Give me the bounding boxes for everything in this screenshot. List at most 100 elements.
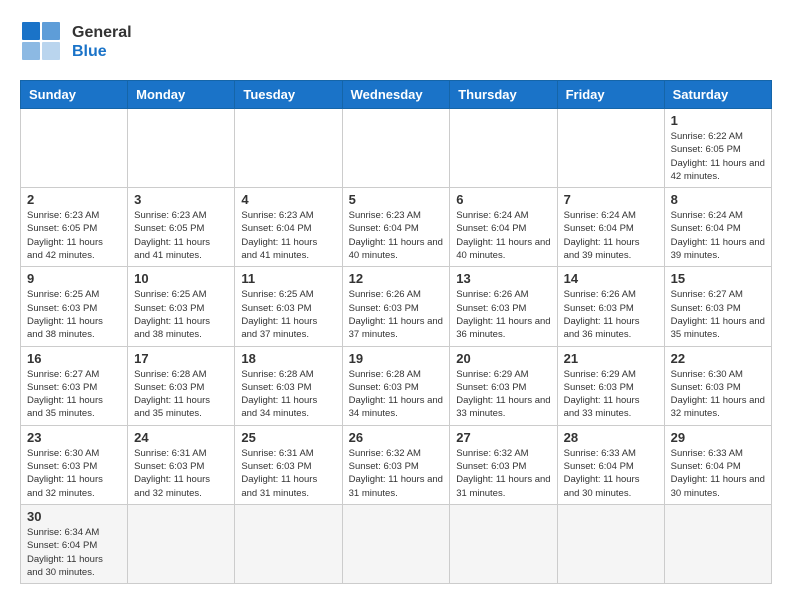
day-number: 25 (241, 430, 335, 445)
day-info: Sunrise: 6:26 AM Sunset: 6:03 PM Dayligh… (564, 288, 658, 341)
calendar-cell: 20 Sunrise: 6:29 AM Sunset: 6:03 PM Dayli… (450, 346, 557, 425)
weekday-header-thursday: Thursday (450, 81, 557, 109)
calendar-cell: 4 Sunrise: 6:23 AM Sunset: 6:04 PM Daylig… (235, 188, 342, 267)
calendar-week-row: 23 Sunrise: 6:30 AM Sunset: 6:03 PM Dayli… (21, 425, 772, 504)
calendar-cell: 22Sunrise: 6:30 AM Sunset: 6:03 PM Dayli… (664, 346, 771, 425)
calendar-cell (128, 504, 235, 583)
day-info: Sunrise: 6:23 AM Sunset: 6:05 PM Dayligh… (27, 209, 121, 262)
day-info: Sunrise: 6:31 AM Sunset: 6:03 PM Dayligh… (241, 447, 335, 500)
calendar-cell: 11 Sunrise: 6:25 AM Sunset: 6:03 PM Dayli… (235, 267, 342, 346)
day-info: Sunrise: 6:28 AM Sunset: 6:03 PM Dayligh… (241, 368, 335, 421)
calendar-cell (235, 109, 342, 188)
calendar-cell (235, 504, 342, 583)
calendar-cell: 30 Sunrise: 6:34 AM Sunset: 6:04 PM Dayli… (21, 504, 128, 583)
day-info: Sunrise: 6:34 AM Sunset: 6:04 PM Dayligh… (27, 526, 121, 579)
calendar-week-row: 2 Sunrise: 6:23 AM Sunset: 6:05 PM Daylig… (21, 188, 772, 267)
calendar-cell: 7 Sunrise: 6:24 AM Sunset: 6:04 PM Daylig… (557, 188, 664, 267)
day-info: Sunrise: 6:25 AM Sunset: 6:03 PM Dayligh… (27, 288, 121, 341)
calendar-cell: 15Sunrise: 6:27 AM Sunset: 6:03 PM Dayli… (664, 267, 771, 346)
logo-general-text: General (72, 23, 132, 42)
weekday-header-wednesday: Wednesday (342, 81, 450, 109)
calendar-cell (21, 109, 128, 188)
calendar-cell: 10Sunrise: 6:25 AM Sunset: 6:03 PM Dayli… (128, 267, 235, 346)
calendar-cell: 12 Sunrise: 6:26 AM Sunset: 6:03 PM Dayli… (342, 267, 450, 346)
day-number: 29 (671, 430, 765, 445)
day-info: Sunrise: 6:28 AM Sunset: 6:03 PM Dayligh… (134, 368, 228, 421)
day-info: Sunrise: 6:22 AM Sunset: 6:05 PM Dayligh… (671, 130, 765, 183)
day-info: Sunrise: 6:30 AM Sunset: 6:03 PM Dayligh… (671, 368, 765, 421)
calendar-cell: 17 Sunrise: 6:28 AM Sunset: 6:03 PM Dayli… (128, 346, 235, 425)
day-number: 9 (27, 271, 121, 286)
day-number: 1 (671, 113, 765, 128)
day-number: 2 (27, 192, 121, 207)
day-number: 13 (456, 271, 550, 286)
calendar-cell: 14Sunrise: 6:26 AM Sunset: 6:03 PM Dayli… (557, 267, 664, 346)
day-info: Sunrise: 6:30 AM Sunset: 6:03 PM Dayligh… (27, 447, 121, 500)
day-number: 8 (671, 192, 765, 207)
day-number: 5 (349, 192, 444, 207)
day-number: 23 (27, 430, 121, 445)
calendar-cell: 21Sunrise: 6:29 AM Sunset: 6:03 PM Dayli… (557, 346, 664, 425)
calendar-cell: 6Sunrise: 6:24 AM Sunset: 6:04 PM Daylig… (450, 188, 557, 267)
day-number: 18 (241, 351, 335, 366)
calendar-cell: 9 Sunrise: 6:25 AM Sunset: 6:03 PM Daylig… (21, 267, 128, 346)
day-number: 17 (134, 351, 228, 366)
day-number: 10 (134, 271, 228, 286)
calendar-cell (450, 504, 557, 583)
calendar-cell (557, 504, 664, 583)
day-info: Sunrise: 6:29 AM Sunset: 6:03 PM Dayligh… (564, 368, 658, 421)
logo-svg (20, 20, 64, 64)
logo: General Blue (20, 20, 132, 64)
calendar-cell: 5 Sunrise: 6:23 AM Sunset: 6:04 PM Daylig… (342, 188, 450, 267)
weekday-header-monday: Monday (128, 81, 235, 109)
calendar-cell: 1 Sunrise: 6:22 AM Sunset: 6:05 PM Daylig… (664, 109, 771, 188)
calendar-cell (342, 504, 450, 583)
day-number: 7 (564, 192, 658, 207)
day-info: Sunrise: 6:33 AM Sunset: 6:04 PM Dayligh… (564, 447, 658, 500)
day-number: 19 (349, 351, 444, 366)
calendar: SundayMondayTuesdayWednesdayThursdayFrid… (20, 80, 772, 584)
day-info: Sunrise: 6:23 AM Sunset: 6:04 PM Dayligh… (241, 209, 335, 262)
logo-blue-text: Blue (72, 42, 132, 61)
day-number: 26 (349, 430, 444, 445)
day-number: 12 (349, 271, 444, 286)
calendar-cell: 24Sunrise: 6:31 AM Sunset: 6:03 PM Dayli… (128, 425, 235, 504)
day-info: Sunrise: 6:24 AM Sunset: 6:04 PM Dayligh… (671, 209, 765, 262)
calendar-cell: 18 Sunrise: 6:28 AM Sunset: 6:03 PM Dayli… (235, 346, 342, 425)
weekday-header-row: SundayMondayTuesdayWednesdayThursdayFrid… (21, 81, 772, 109)
day-number: 20 (456, 351, 550, 366)
calendar-cell (557, 109, 664, 188)
calendar-cell: 13 Sunrise: 6:26 AM Sunset: 6:03 PM Dayli… (450, 267, 557, 346)
day-info: Sunrise: 6:32 AM Sunset: 6:03 PM Dayligh… (456, 447, 550, 500)
day-number: 3 (134, 192, 228, 207)
calendar-cell: 29Sunrise: 6:33 AM Sunset: 6:04 PM Dayli… (664, 425, 771, 504)
calendar-cell: 8 Sunrise: 6:24 AM Sunset: 6:04 PM Daylig… (664, 188, 771, 267)
calendar-week-row: 1 Sunrise: 6:22 AM Sunset: 6:05 PM Daylig… (21, 109, 772, 188)
calendar-cell (664, 504, 771, 583)
day-info: Sunrise: 6:29 AM Sunset: 6:03 PM Dayligh… (456, 368, 550, 421)
day-info: Sunrise: 6:27 AM Sunset: 6:03 PM Dayligh… (27, 368, 121, 421)
calendar-cell: 16Sunrise: 6:27 AM Sunset: 6:03 PM Dayli… (21, 346, 128, 425)
day-info: Sunrise: 6:26 AM Sunset: 6:03 PM Dayligh… (456, 288, 550, 341)
day-info: Sunrise: 6:26 AM Sunset: 6:03 PM Dayligh… (349, 288, 444, 341)
day-info: Sunrise: 6:28 AM Sunset: 6:03 PM Dayligh… (349, 368, 444, 421)
day-info: Sunrise: 6:24 AM Sunset: 6:04 PM Dayligh… (564, 209, 658, 262)
calendar-cell: 28Sunrise: 6:33 AM Sunset: 6:04 PM Dayli… (557, 425, 664, 504)
day-number: 30 (27, 509, 121, 524)
day-number: 4 (241, 192, 335, 207)
calendar-cell: 2 Sunrise: 6:23 AM Sunset: 6:05 PM Daylig… (21, 188, 128, 267)
calendar-cell: 25 Sunrise: 6:31 AM Sunset: 6:03 PM Dayli… (235, 425, 342, 504)
day-info: Sunrise: 6:25 AM Sunset: 6:03 PM Dayligh… (241, 288, 335, 341)
weekday-header-friday: Friday (557, 81, 664, 109)
calendar-week-row: 16Sunrise: 6:27 AM Sunset: 6:03 PM Dayli… (21, 346, 772, 425)
day-info: Sunrise: 6:23 AM Sunset: 6:04 PM Dayligh… (349, 209, 444, 262)
calendar-cell: 26 Sunrise: 6:32 AM Sunset: 6:03 PM Dayli… (342, 425, 450, 504)
weekday-header-saturday: Saturday (664, 81, 771, 109)
day-number: 15 (671, 271, 765, 286)
day-info: Sunrise: 6:32 AM Sunset: 6:03 PM Dayligh… (349, 447, 444, 500)
calendar-week-row: 9 Sunrise: 6:25 AM Sunset: 6:03 PM Daylig… (21, 267, 772, 346)
day-info: Sunrise: 6:24 AM Sunset: 6:04 PM Dayligh… (456, 209, 550, 262)
calendar-cell: 27Sunrise: 6:32 AM Sunset: 6:03 PM Dayli… (450, 425, 557, 504)
calendar-cell: 3Sunrise: 6:23 AM Sunset: 6:05 PM Daylig… (128, 188, 235, 267)
day-number: 11 (241, 271, 335, 286)
